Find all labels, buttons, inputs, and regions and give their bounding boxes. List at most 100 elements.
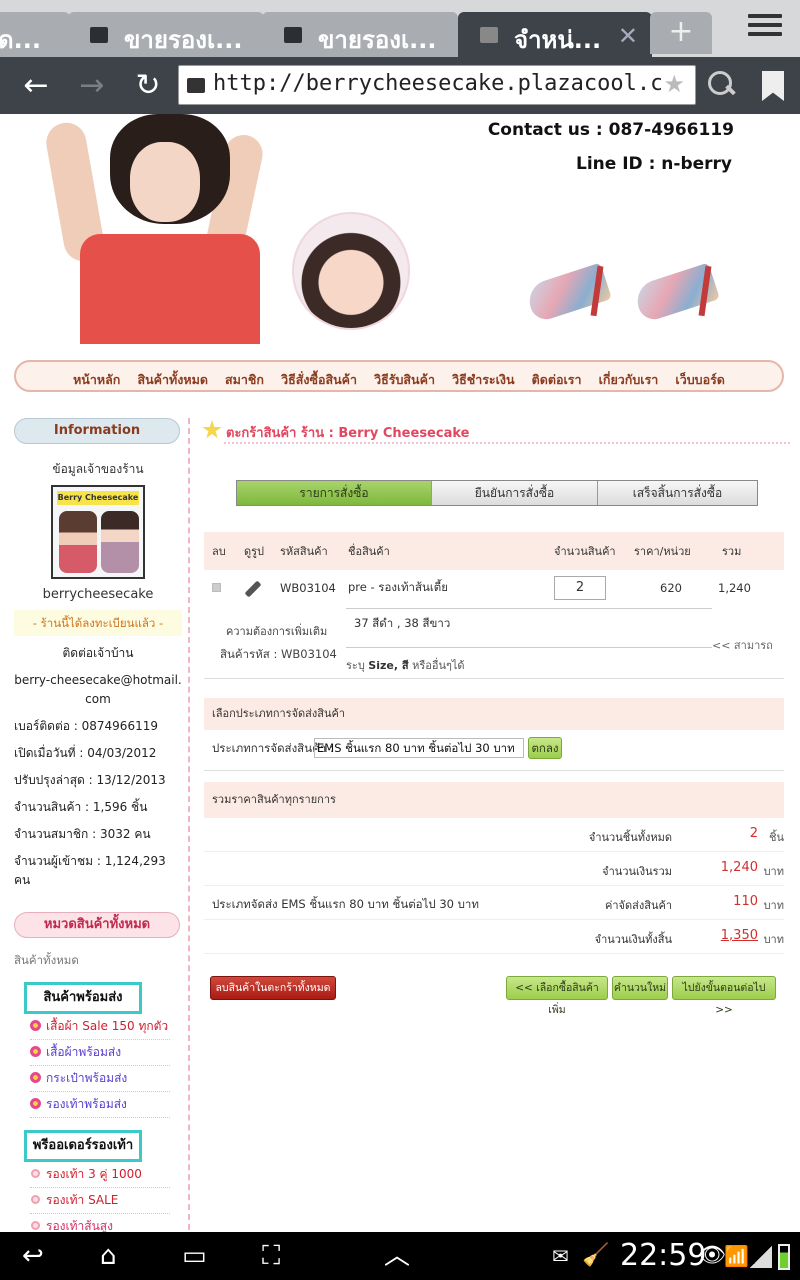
extra-item-code: สินค้ารหัส : WB03104 [220,647,337,661]
category-ready-stock[interactable]: สินค้าพร้อมส่ง [24,982,142,1014]
browser-tab[interactable]: ด... [0,12,70,57]
categories-heading: หมวดสินค้าทั้งหมด [14,912,180,938]
bookmark-icon[interactable] [762,71,784,101]
menu-icon[interactable] [748,14,782,44]
wifi-icon: 📶 [724,1244,749,1268]
browser-tab[interactable]: ขายรองเ... [262,12,458,57]
nav-about[interactable]: เกี่ยวกับเรา [599,372,659,387]
category-item[interactable]: รองเท้าพร้อมส่ง [30,1092,170,1118]
col-price: ราคา/หน่วย [626,532,714,570]
cart-table: ลบ ดูรูป รหัสสินค้า ชื่อสินค้า จำนวนสินค… [204,532,784,606]
contact-owner-link[interactable]: ติดต่อเจ้าบ้าน [14,644,182,663]
info-heading: Information [14,418,180,444]
member-count: จำนวนสมาชิก : 3032 คน [14,827,151,841]
summary-total: 1,350 [720,928,758,943]
flower-icon [30,1020,41,1031]
shop-name[interactable]: berrycheesecake [14,587,182,602]
chevron-up-icon[interactable]: ︿ [384,1242,410,1270]
recent-apps-icon[interactable]: ▭ [182,1242,207,1270]
col-qty: จำนวนสินค้า [546,532,626,570]
flower-icon [30,1098,41,1109]
tab-title: ด... [0,26,41,54]
reload-icon[interactable]: ↻ [128,67,168,107]
nav-delivery[interactable]: วิธีรับสินค้า [374,372,435,387]
summary-amount: 1,240 [720,860,758,875]
browser-tab[interactable]: ขายรองเ... [68,12,264,57]
tab-title: ขายรองเ... [318,26,437,54]
clear-cart-button[interactable]: ลบสินค้าในตะกร้าทั้งหมด [210,976,336,1000]
mail-icon: ✉ [552,1244,569,1268]
back-icon[interactable]: ← [16,67,56,107]
url-text: http://berrycheesecake.plazacool.com/sho [213,71,661,96]
shipping-select[interactable]: EMS ชิ้นแรก 80 บาท ชิ้นต่อไป 30 บาท [314,738,524,758]
back-nav-icon[interactable]: ↩ [22,1242,44,1270]
tab-title: ขายรองเ... [124,26,243,54]
nav-all-products[interactable]: สินค้าทั้งหมด [137,372,208,387]
category-preorder-shoes[interactable]: พรีออเดอร์รองเท้า [24,1130,142,1162]
nav-webboard[interactable]: เว็บบอร์ด [675,372,725,387]
shipping-desc: ประเภทจัดส่ง EMS ชิ้นแรก 80 บาท ชิ้นต่อไ… [212,897,479,911]
bullet-icon [31,1195,40,1204]
favicon-icon [90,27,108,43]
all-products-link[interactable]: สินค้าทั้งหมด [14,952,182,970]
checkout-steps: รายการสั่งซื้อ ยืนยันการสั่งซื้อ เสร็จสิ… [236,480,758,506]
site-icon [187,78,205,93]
browser-tab-active[interactable]: จำหน่... ✕ [458,12,652,57]
bullet-icon [31,1221,40,1230]
forward-icon[interactable]: → [72,67,112,107]
recalculate-button[interactable]: คำนวนใหม่ [612,976,668,1000]
new-tab-button[interactable]: + [650,12,712,54]
flower-icon [30,1046,41,1057]
summary-shipping-row: ประเภทจัดส่ง EMS ชิ้นแรก 80 บาท ชิ้นต่อไ… [204,886,784,920]
col-delete: ลบ [204,532,236,570]
nav-members[interactable]: สมาชิก [225,372,264,387]
banner-model-image [40,114,270,344]
nav-payment[interactable]: วิธีชำระเงิน [452,372,515,387]
nav-contact[interactable]: ติดต่อเรา [532,372,582,387]
delete-checkbox[interactable] [212,583,221,592]
extra-hint-arrow: << สามารถ [712,639,773,652]
screenshot-icon[interactable]: ⛶ [262,1242,280,1270]
product-count: จำนวนสินค้า : 1,596 ชิ้น [14,800,148,814]
category-item[interactable]: รองเท้า 3 คู่ 1000 [30,1162,170,1188]
updated-date: ปรับปรุงล่าสุด : 13/12/2013 [14,773,166,787]
home-nav-icon[interactable]: ⌂ [100,1242,117,1270]
owner-label: ข้อมูลเจ้าของร้าน [52,462,144,476]
battery-icon [778,1244,790,1270]
category-item[interactable]: กระเป๋าพร้อมส่ง [30,1066,170,1092]
address-bar[interactable]: http://berrycheesecake.plazacool.com/sho… [178,65,696,105]
close-icon[interactable]: ✕ [618,22,638,50]
shoe-image [632,244,722,324]
shipping-ok-button[interactable]: ตกลง [528,737,562,759]
extra-requirement-textarea[interactable]: 37 สีดำ , 38 สีขาว [346,608,712,648]
nav-how-to-order[interactable]: วิธีสั่งซื้อสินค้า [281,372,357,387]
continue-shopping-button[interactable]: << เลือกซื้อสินค้าเพิ่ม [506,976,608,1016]
category-item[interactable]: รองเท้า SALE [30,1188,170,1214]
extra-hint: ระบุ Size, สี หรืออื่นๆได้ [346,659,465,672]
status-clock: 22:59 [620,1238,707,1273]
sidebar: Information ข้อมูลเจ้าของร้าน Berry Chee… [14,418,182,1240]
extra-requirement-label: ความต้องการเพิ่มเติม [226,625,328,638]
sidebar-divider [188,418,190,1230]
summary-qty-row: จำนวนชิ้นทั้งหมด 2 ชิ้น [204,818,784,852]
star-icon[interactable]: ★ [663,70,685,98]
favicon-icon [284,27,302,43]
nav-home[interactable]: หน้าหลัก [73,372,120,387]
search-icon[interactable] [706,69,738,101]
step-order-list: รายการสั่งซื้อ [237,481,431,505]
browser-tab-bar: ด... ขายรองเ... ขายรองเ... จำหน่... ✕ + [0,0,800,57]
shop-logo[interactable]: Berry Cheesecake [51,485,145,579]
visitor-count: จำนวนผู้เข้าชม : 1,124,293 คน [14,854,166,887]
shoe-image [524,244,614,324]
item-name[interactable]: pre - รองเท้าส้นเตี้ย [340,570,546,606]
flower-icon [30,1072,41,1083]
view-image-icon[interactable] [244,580,262,598]
category-item[interactable]: เสื้อผ้าพร้อมส่ง [30,1040,170,1066]
shipping-heading: เลือกประเภทการจัดส่งสินค้า [204,698,784,730]
item-code: WB03104 [280,581,336,595]
next-step-button[interactable]: ไปยังขั้นตอนต่อไป >> [672,976,776,1016]
signal-icon [750,1246,772,1268]
quantity-input[interactable]: 2 [554,576,606,600]
category-item[interactable]: เสื้อผ้า Sale 150 ทุกตัว [30,1014,170,1040]
step-confirm: ยืนยันการสั่งซื้อ [431,481,597,505]
